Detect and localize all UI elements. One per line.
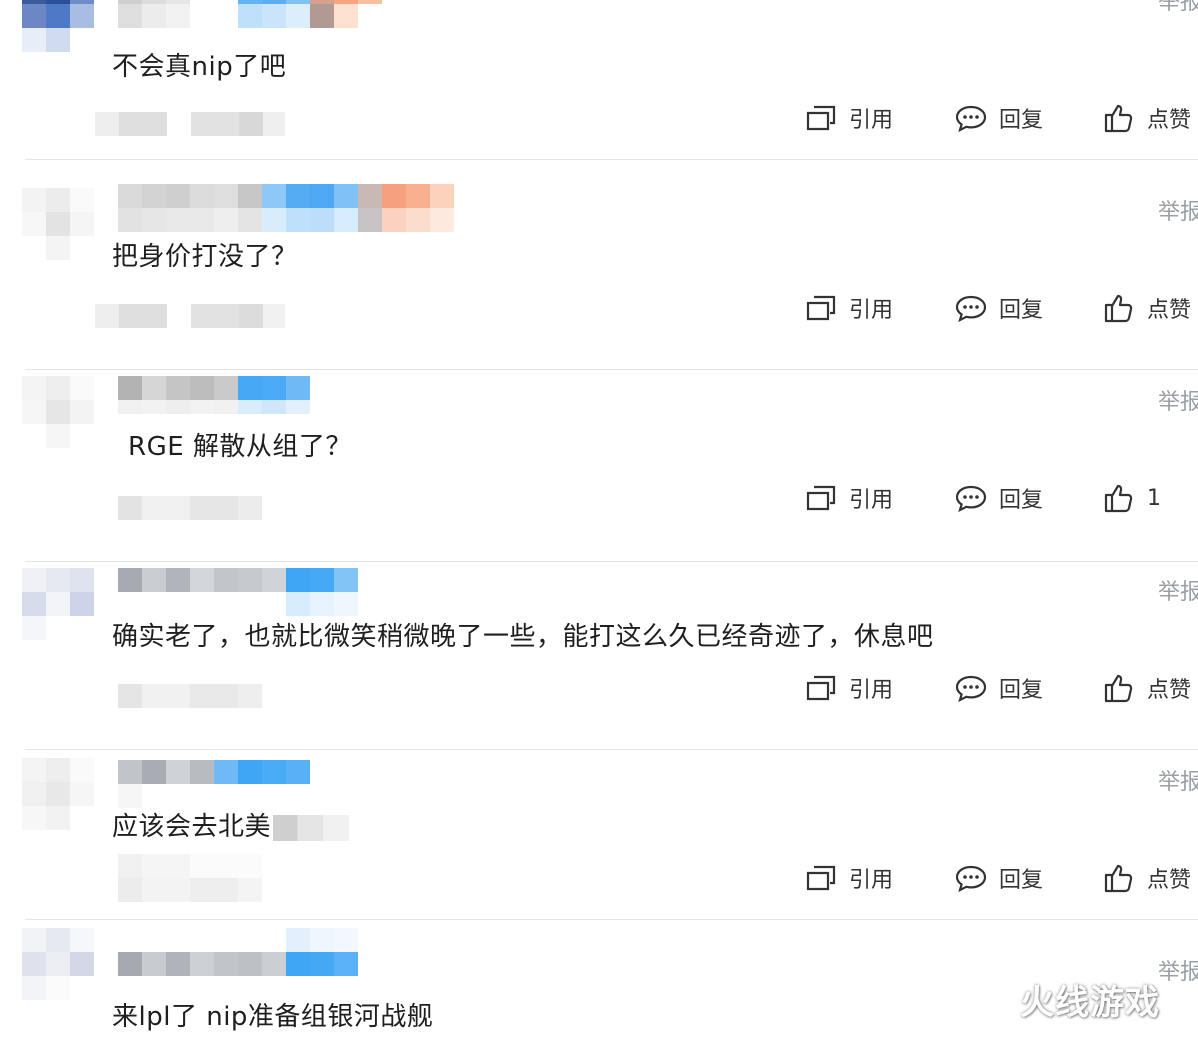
avatar[interactable] xyxy=(22,928,94,1000)
username-blurred[interactable] xyxy=(118,760,310,808)
action-bar: 引用 回复 1 xyxy=(805,482,1161,514)
comment-item: 举报 RGE 解散从组了？ 引用 回复 1 xyxy=(0,370,1198,562)
comment-text: RGE 解散从组了？ xyxy=(128,432,352,462)
report-link[interactable]: 举报 xyxy=(1158,384,1198,416)
username-blurred[interactable] xyxy=(118,568,358,616)
report-link[interactable]: 举报 xyxy=(1158,574,1198,606)
reply-label: 回复 xyxy=(999,488,1044,513)
quote-label: 引用 xyxy=(849,488,894,513)
quote-icon xyxy=(806,865,836,891)
thumbs-up-icon xyxy=(1104,674,1133,703)
avatar[interactable] xyxy=(22,376,94,448)
thumbs-up-icon xyxy=(1104,294,1133,323)
avatar[interactable] xyxy=(22,758,94,830)
avatar[interactable] xyxy=(22,0,94,52)
reply-button[interactable]: 回复 xyxy=(955,862,1103,894)
comment-bubble-icon xyxy=(955,105,987,132)
reply-label: 回复 xyxy=(999,678,1044,703)
comment-text: 应该会去北美 xyxy=(112,806,350,843)
report-link[interactable]: 举报 xyxy=(1158,954,1198,986)
thumbs-up-icon xyxy=(1104,104,1133,133)
comment-item: 举报 把身价打没了？ 引用 回复 点赞 xyxy=(0,180,1198,370)
watermark: 火线游戏 xyxy=(1020,983,1160,1023)
comment-bubble-icon xyxy=(955,675,987,702)
like-count: 1 xyxy=(1147,485,1161,511)
comment-text: 确实老了，也就比微笑稍微晚了一些，能打这么久已经奇迹了，休息吧 xyxy=(112,622,934,652)
username-blurred[interactable] xyxy=(118,184,454,232)
quote-icon xyxy=(806,295,836,321)
reply-label: 回复 xyxy=(999,108,1044,133)
thumbs-up-icon xyxy=(1104,484,1133,513)
comment-text: 不会真nip了吧 xyxy=(112,52,287,82)
comment-item: 举报 确实老了，也就比微笑稍微晚了一些，能打这么久已经奇迹了，休息吧 引用 回复… xyxy=(0,560,1198,750)
username-blurred[interactable] xyxy=(118,0,382,28)
comment-text-value: 应该会去北美 xyxy=(112,812,272,842)
username-blurred[interactable] xyxy=(118,376,310,422)
comment-bubble-icon xyxy=(955,865,987,892)
like-label: 点赞 xyxy=(1147,678,1192,703)
reply-button[interactable]: 回复 xyxy=(955,672,1103,704)
quote-icon xyxy=(806,485,836,511)
quote-button[interactable]: 引用 xyxy=(805,482,955,514)
divider xyxy=(25,159,1198,160)
comment-item: 举报 来lpl了 nip准备组银河战舰 xyxy=(0,920,1198,1040)
like-button[interactable]: 1 xyxy=(1103,483,1161,513)
report-link[interactable]: 举报 xyxy=(1158,194,1198,226)
comment-meta-blurred xyxy=(118,684,262,708)
avatar[interactable] xyxy=(22,188,94,260)
report-link[interactable]: 举报 xyxy=(1158,0,1198,16)
comment-item: 举报 不会真nip了吧 引用 回复 点赞 xyxy=(0,0,1198,170)
like-button[interactable]: 点赞 xyxy=(1103,102,1191,134)
thumbs-up-icon xyxy=(1104,864,1133,893)
quote-label: 引用 xyxy=(849,108,894,133)
redacted-mask xyxy=(273,814,350,841)
like-label: 点赞 xyxy=(1147,298,1192,323)
comment-meta-blurred xyxy=(95,304,285,328)
quote-icon xyxy=(806,675,836,701)
comment-meta-blurred xyxy=(118,854,262,902)
comment-text: 把身价打没了？ xyxy=(112,242,298,272)
quote-button[interactable]: 引用 xyxy=(805,862,955,894)
like-label: 点赞 xyxy=(1147,108,1192,133)
username-blurred[interactable] xyxy=(118,928,358,976)
avatar[interactable] xyxy=(22,568,94,640)
comment-bubble-icon xyxy=(955,485,987,512)
quote-button[interactable]: 引用 xyxy=(805,672,955,704)
reply-button[interactable]: 回复 xyxy=(955,482,1103,514)
quote-label: 引用 xyxy=(849,298,894,323)
comment-meta-blurred xyxy=(118,496,262,520)
quote-label: 引用 xyxy=(849,868,894,893)
reply-button[interactable]: 回复 xyxy=(955,292,1103,324)
quote-label: 引用 xyxy=(849,678,894,703)
report-link[interactable]: 举报 xyxy=(1158,764,1198,796)
comment-text: 来lpl了 nip准备组银河战舰 xyxy=(112,1002,434,1032)
action-bar: 引用 回复 点赞 xyxy=(805,292,1191,324)
quote-button[interactable]: 引用 xyxy=(805,292,955,324)
like-label: 点赞 xyxy=(1147,868,1192,893)
action-bar: 引用 回复 点赞 xyxy=(805,102,1191,134)
like-button[interactable]: 点赞 xyxy=(1103,292,1191,324)
reply-label: 回复 xyxy=(999,298,1044,323)
action-bar: 引用 回复 点赞 xyxy=(805,862,1191,894)
action-bar: 引用 回复 点赞 xyxy=(805,672,1191,704)
quote-icon xyxy=(806,105,836,131)
comment-bubble-icon xyxy=(955,295,987,322)
reply-button[interactable]: 回复 xyxy=(955,102,1103,134)
quote-button[interactable]: 引用 xyxy=(805,102,955,134)
reply-label: 回复 xyxy=(999,868,1044,893)
like-button[interactable]: 点赞 xyxy=(1103,672,1191,704)
comment-meta-blurred xyxy=(95,112,285,136)
like-button[interactable]: 点赞 xyxy=(1103,862,1191,894)
comment-item: 举报 应该会去北美 引用 回复 点赞 xyxy=(0,750,1198,940)
